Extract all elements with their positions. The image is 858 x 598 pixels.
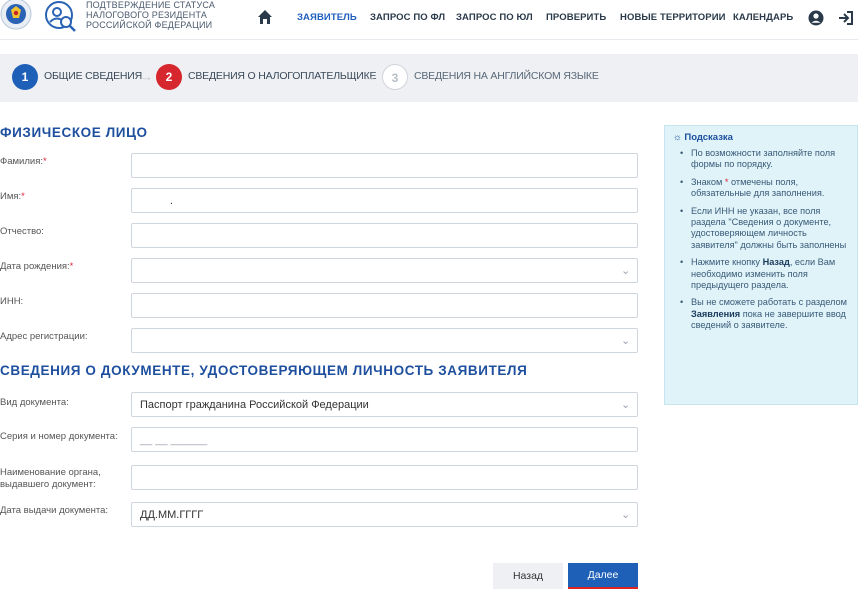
wizard-steps: 1 ОБЩИЕ СВЕДЕНИЯ → 2 СВЕДЕНИЯ О НАЛОГОПЛ… bbox=[0, 54, 858, 102]
address-field[interactable]: ⌄ bbox=[131, 328, 638, 353]
fns-emblem-logo bbox=[0, 0, 32, 30]
doctype-select[interactable]: Паспорт гражданина Российской Федерации ⌄ bbox=[131, 392, 638, 417]
step-label: СВЕДЕНИЯ НА АНГЛИЙСКОМ ЯЗЫКЕ bbox=[414, 70, 599, 82]
nav-applicant[interactable]: ЗАЯВИТЕЛЬ bbox=[297, 12, 357, 26]
doc-number-field[interactable]: __ __ ______ bbox=[131, 427, 638, 452]
issuer-label: Наименование органа, выдавшего документ: bbox=[0, 467, 101, 490]
logout-icon[interactable] bbox=[838, 10, 854, 26]
step-number: 2 bbox=[156, 64, 182, 90]
resident-status-logo bbox=[45, 1, 76, 32]
firstname-field[interactable]: . bbox=[131, 188, 638, 213]
home-icon[interactable] bbox=[257, 9, 273, 25]
hint-item: Нажмите кнопку Назад, если Вам необходим… bbox=[673, 257, 849, 291]
hint-item: Вы не сможете работать с разделом Заявле… bbox=[673, 297, 849, 331]
issue-date-field[interactable]: ДД.ММ.ГГГГ ⌄ bbox=[131, 502, 638, 527]
step-number: 3 bbox=[382, 64, 408, 90]
document-section-title: СВЕДЕНИЯ О ДОКУМЕНТЕ, УДОСТОВЕРЯЮЩЕМ ЛИЧ… bbox=[0, 363, 528, 378]
chevron-down-icon: ⌄ bbox=[621, 399, 631, 411]
brand-line: ПОДТВЕРЖДЕНИЕ СТАТУСА bbox=[86, 0, 216, 10]
hint-panel: ☼ Подсказка По возможности заполняйте по… bbox=[664, 125, 858, 405]
address-label: Адрес регистрации: bbox=[0, 331, 88, 342]
user-icon[interactable] bbox=[808, 10, 824, 26]
nav-new-territories[interactable]: НОВЫЕ ТЕРРИТОРИИ bbox=[620, 12, 726, 26]
step-label: ОБЩИЕ СВЕДЕНИЯ bbox=[44, 70, 142, 82]
lightbulb-icon: ☼ bbox=[673, 132, 682, 143]
hint-title: ☼ Подсказка bbox=[673, 132, 733, 143]
brand-line: РОССИЙСКОЙ ФЕДЕРАЦИИ bbox=[86, 20, 213, 30]
hint-item: Знаком * отмечены поля, обязательные для… bbox=[673, 177, 849, 200]
inn-field[interactable] bbox=[131, 293, 638, 318]
inn-label: ИНН: bbox=[0, 296, 24, 307]
nav-request-individual[interactable]: ЗАПРОС ПО ФЛ bbox=[370, 12, 445, 26]
chevron-down-icon: ⌄ bbox=[621, 265, 631, 277]
nav-request-legal-entity[interactable]: ЗАПРОС ПО ЮЛ bbox=[456, 12, 533, 26]
person-section-title: ФИЗИЧЕСКОЕ ЛИЦО bbox=[0, 125, 148, 140]
lastname-field[interactable] bbox=[131, 153, 638, 178]
step-label: СВЕДЕНИЯ О НАЛОГОПЛАТЕЛЬЩИКЕ bbox=[188, 70, 377, 82]
brand-title: ПОДТВЕРЖДЕНИЕ СТАТУСА НАЛОГОВОГО РЕЗИДЕН… bbox=[86, 0, 216, 30]
nav-check[interactable]: ПРОВЕРИТЬ bbox=[546, 12, 606, 26]
chevron-down-icon: ⌄ bbox=[621, 335, 631, 347]
issue-date-label: Дата выдачи документа: bbox=[0, 505, 109, 516]
birthdate-field[interactable]: ⌄ bbox=[131, 258, 638, 283]
birthdate-label: Дата рождения:* bbox=[0, 261, 74, 272]
chevron-down-icon: ⌄ bbox=[621, 509, 631, 521]
step-arrow-icon: → bbox=[140, 69, 153, 84]
middlename-label: Отчество: bbox=[0, 226, 44, 237]
nav-calendar[interactable]: КАЛЕНДАРЬ bbox=[733, 12, 793, 26]
header: ПОДТВЕРЖДЕНИЕ СТАТУСА НАЛОГОВОГО РЕЗИДЕН… bbox=[0, 0, 858, 40]
middlename-field[interactable] bbox=[131, 223, 638, 248]
step-arrow-icon: → bbox=[363, 69, 376, 84]
firstname-label: Имя:* bbox=[0, 191, 25, 202]
back-button[interactable]: Назад bbox=[493, 563, 563, 589]
issuer-field[interactable] bbox=[131, 465, 638, 490]
hint-item: По возможности заполняйте поля формы по … bbox=[673, 148, 849, 171]
step-number: 1 bbox=[12, 64, 38, 90]
next-button[interactable]: Далее bbox=[568, 563, 638, 589]
doc-number-label: Серия и номер документа: bbox=[0, 431, 118, 442]
hint-item: Если ИНН не указан, все поля раздела "Св… bbox=[673, 206, 849, 252]
brand-line: НАЛОГОВОГО РЕЗИДЕНТА bbox=[86, 10, 208, 20]
lastname-label: Фамилия:* bbox=[0, 156, 47, 167]
doctype-label: Вид документа: bbox=[0, 397, 69, 408]
